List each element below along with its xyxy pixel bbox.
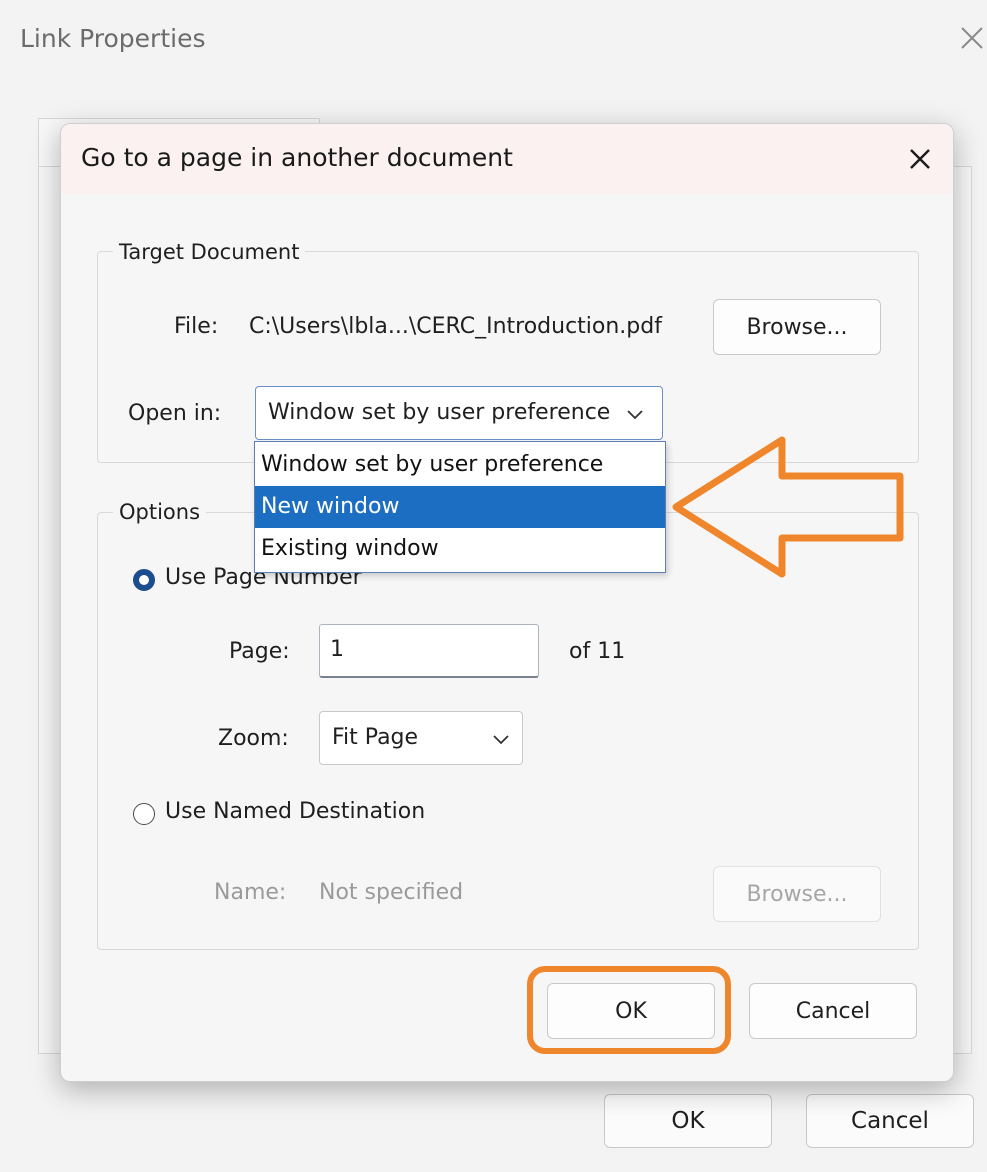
options-legend: Options: [113, 500, 207, 524]
close-icon[interactable]: [956, 22, 987, 54]
use-named-destination-label[interactable]: Use Named Destination: [165, 799, 425, 824]
annotation-arrow: [664, 430, 914, 580]
file-label: File:: [174, 314, 219, 339]
chevron-down-icon: [490, 728, 512, 750]
use-named-destination-radio[interactable]: [133, 803, 155, 825]
file-path: C:\Users\lbla...\CERC_Introduction.pdf: [249, 314, 662, 339]
browse-file-button[interactable]: Browse...: [713, 299, 881, 355]
open-in-label: Open in:: [128, 401, 222, 426]
name-label: Name:: [214, 880, 287, 905]
name-value: Not specified: [319, 880, 464, 905]
open-in-dropdown-list: Window set by user preference New window…: [254, 441, 666, 573]
zoom-label: Zoom:: [218, 726, 289, 751]
goto-page-dialog: Go to a page in another document Target …: [60, 123, 954, 1082]
parent-window-title: Link Properties: [20, 24, 206, 53]
use-page-number-radio[interactable]: [133, 569, 155, 591]
zoom-value: Fit Page: [332, 725, 419, 750]
parent-cancel-button[interactable]: Cancel: [806, 1094, 974, 1148]
chevron-down-icon: [624, 403, 646, 425]
close-icon[interactable]: [903, 142, 937, 176]
dropdown-option-user-preference[interactable]: Window set by user preference: [255, 444, 665, 486]
dialog-title: Go to a page in another document: [81, 143, 513, 172]
open-in-value: Window set by user preference: [268, 400, 611, 425]
parent-ok-button[interactable]: OK: [604, 1094, 772, 1148]
cancel-button[interactable]: Cancel: [749, 983, 917, 1039]
page-total: of 11: [569, 639, 626, 664]
dropdown-option-new-window[interactable]: New window: [255, 486, 665, 528]
zoom-select[interactable]: Fit Page: [319, 711, 523, 765]
dropdown-option-existing-window[interactable]: Existing window: [255, 528, 665, 570]
page-label: Page:: [229, 639, 290, 664]
ok-annotation-highlight: [527, 966, 731, 1054]
target-document-legend: Target Document: [113, 240, 306, 264]
open-in-select[interactable]: Window set by user preference: [255, 386, 663, 440]
browse-named-button[interactable]: Browse...: [713, 866, 881, 922]
page-number-input[interactable]: 1: [319, 624, 539, 678]
